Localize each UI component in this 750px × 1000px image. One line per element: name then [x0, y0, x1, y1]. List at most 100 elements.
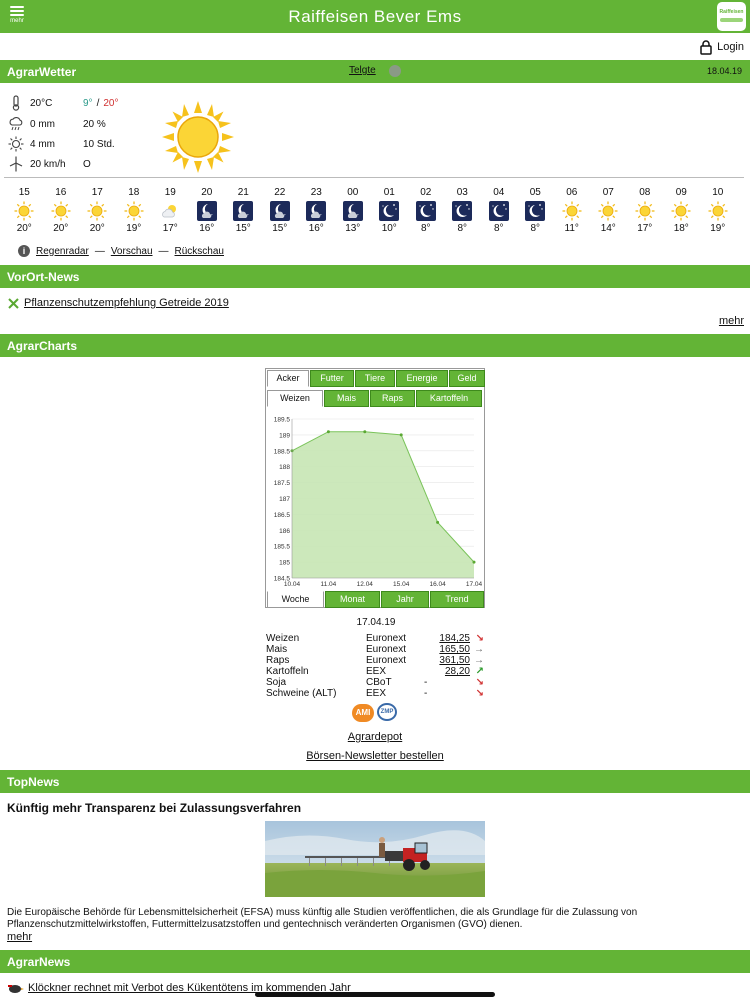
agrarnews-section-header: AgrarNews	[0, 950, 750, 973]
sun-hours: 10 Std.	[83, 138, 115, 150]
raiffeisen-logo[interactable]: Raiffeisen	[717, 2, 746, 31]
moon-stars-icon	[488, 201, 509, 221]
weather-location-link[interactable]: Telgte	[349, 65, 376, 76]
section-title: TopNews	[7, 775, 60, 789]
sun-icon	[87, 201, 107, 221]
weather-temp-row: 20°C 9° / 20°	[8, 94, 118, 112]
section-title: VorOrt-News	[7, 270, 80, 284]
login-button[interactable]: Login	[699, 39, 744, 55]
agrardepot-link[interactable]: Agrardepot	[348, 731, 402, 743]
trend-arrow-icon: ↘	[475, 633, 484, 644]
quote-name: Kartoffeln	[266, 666, 309, 677]
tab-jahr[interactable]: Jahr	[381, 591, 429, 608]
trend-arrow-icon: ↘	[475, 677, 484, 688]
forecast-hour: 22	[274, 187, 286, 198]
forecast-hour: 07	[602, 187, 614, 198]
forecast-temp: 13°	[345, 223, 361, 234]
ami-logo[interactable]: AMI	[352, 704, 374, 722]
tab-trend[interactable]: Trend	[430, 591, 484, 608]
hour-forecast-item: 09 18°	[663, 187, 700, 234]
wind-turbine-icon	[9, 156, 23, 172]
quote-row: Schweine (ALT) EEX - ↘	[266, 688, 486, 699]
tab-acker[interactable]: Acker	[267, 370, 309, 387]
sun-icon	[708, 201, 728, 221]
sun-icon	[598, 201, 618, 221]
quote-row: Mais Euronext 165,50 →	[266, 644, 486, 655]
vorort-more-link[interactable]: mehr	[719, 315, 744, 327]
lock-icon	[700, 39, 712, 55]
quote-exchange: Euronext	[366, 655, 407, 666]
y-tick-label: 188	[279, 464, 290, 471]
temp-separator: /	[96, 97, 100, 109]
temp-high: 20°	[103, 97, 119, 109]
wind-speed: 20 km/h	[30, 158, 66, 170]
weather-section-header: AgrarWetter Telgte 18.04.19	[0, 60, 750, 83]
x-tick-label: 12.04	[357, 581, 374, 588]
weather-wind-row: 20 km/h O	[8, 155, 91, 173]
moon-stars-icon	[379, 201, 400, 221]
topnews-image[interactable]	[265, 821, 485, 897]
topnews-more-link[interactable]: mehr	[7, 931, 32, 943]
tab-monat[interactable]: Monat	[325, 591, 380, 608]
data-point	[326, 430, 330, 434]
plant-protection-icon	[8, 297, 19, 309]
sun-icon	[562, 201, 582, 221]
hourly-forecast: 15 20° 16 20° 17 20° 18 19° 19 17° 20 16° 21 15° 22 15°…	[6, 187, 746, 234]
location-info-icon[interactable]	[389, 65, 401, 77]
quote-name: Soja	[266, 677, 287, 688]
regenradar-link[interactable]: Regenradar	[36, 246, 89, 257]
agrar-chart-panel: Acker Futter Tiere Energie Geld Weizen M…	[265, 368, 485, 608]
quote-name: Schweine (ALT)	[266, 688, 337, 699]
vorort-news-link[interactable]: Pflanzenschutzempfehlung Getreide 2019	[24, 297, 229, 309]
tab-woche[interactable]: Woche	[267, 591, 324, 608]
quote-name: Mais	[266, 644, 288, 655]
sun-icon	[51, 201, 71, 221]
quote-price[interactable]: 165,50	[424, 644, 470, 655]
topnews-section-header: TopNews	[0, 770, 750, 793]
moon-stars-icon	[415, 201, 436, 221]
topnews-headline[interactable]: Künftig mehr Transparenz bei Zulassungsv…	[7, 801, 301, 815]
y-tick-label: 185.5	[274, 544, 291, 551]
info-icon[interactable]: i	[18, 245, 30, 257]
quote-name: Raps	[266, 655, 290, 666]
data-point	[363, 430, 367, 434]
quote-price[interactable]: 361,50	[424, 655, 470, 666]
hour-forecast-item: 08 17°	[627, 187, 664, 234]
hour-forecast-item: 02 8°	[408, 187, 445, 234]
sun-icon	[14, 201, 34, 221]
vorort-news-item[interactable]: Pflanzenschutzempfehlung Getreide 2019	[8, 297, 229, 309]
forecast-hour: 03	[456, 187, 468, 198]
quote-exchange: Euronext	[366, 633, 407, 644]
moon-stars-icon	[452, 201, 473, 221]
forecast-hour: 23	[310, 187, 322, 198]
weather-divider	[4, 177, 744, 178]
moon-cloud-icon	[233, 201, 254, 221]
rueckschau-link[interactable]: Rückschau	[175, 246, 224, 257]
forecast-temp: 14°	[600, 223, 616, 234]
zmp-logo[interactable]: ZMP	[377, 703, 397, 721]
tab-raps[interactable]: Raps	[370, 390, 415, 407]
vorschau-link[interactable]: Vorschau	[111, 246, 153, 257]
x-tick-label: 17.04	[466, 581, 483, 588]
rain-cloud-icon	[9, 117, 23, 131]
trend-arrow-icon: →	[474, 644, 484, 655]
tab-kartoffeln[interactable]: Kartoffeln	[416, 390, 482, 407]
tab-energie[interactable]: Energie	[396, 370, 448, 387]
tab-tiere[interactable]: Tiere	[355, 370, 395, 387]
newsletter-link[interactable]: Börsen-Newsletter bestellen	[306, 750, 444, 762]
forecast-temp: 19°	[126, 223, 142, 234]
home-indicator	[255, 992, 495, 997]
hour-forecast-item: 22 15°	[262, 187, 299, 234]
tab-geld[interactable]: Geld	[449, 370, 485, 387]
moon-cloud-icon	[269, 201, 290, 221]
newsletter-row: Börsen-Newsletter bestellen	[0, 750, 750, 762]
moon-cloud-icon	[196, 201, 217, 221]
tab-futter[interactable]: Futter	[310, 370, 354, 387]
tab-mais[interactable]: Mais	[324, 390, 369, 407]
tab-weizen[interactable]: Weizen	[267, 390, 323, 407]
quote-price[interactable]: 184,25	[424, 633, 470, 644]
logo-swoosh	[720, 18, 743, 22]
thermometer-icon	[12, 95, 20, 111]
quote-price[interactable]: 28,20	[424, 666, 470, 677]
hour-forecast-item: 20 16°	[189, 187, 226, 234]
